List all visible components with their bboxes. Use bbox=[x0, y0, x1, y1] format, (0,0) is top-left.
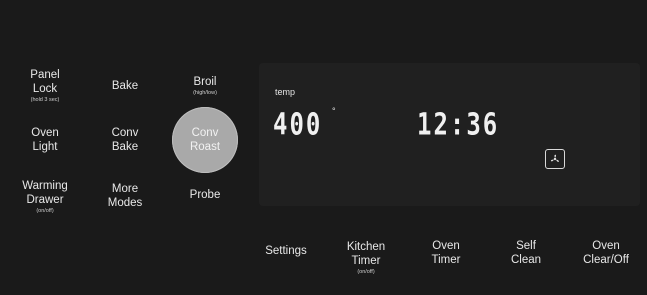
self-clean-label: Self bbox=[516, 240, 536, 252]
warming-drawer-label-2: Drawer bbox=[26, 194, 64, 206]
warming-drawer-sub: (on/off) bbox=[36, 208, 54, 214]
conv-bake-button[interactable]: Conv Bake bbox=[100, 124, 150, 156]
oven-timer-label-2: Timer bbox=[431, 254, 461, 266]
clock-readout: 12:36 bbox=[417, 107, 500, 142]
more-modes-label-2: Modes bbox=[107, 197, 143, 209]
conv-bake-label-2: Bake bbox=[111, 141, 139, 153]
oven-light-label-2: Light bbox=[32, 141, 58, 153]
degree-symbol: ° bbox=[332, 106, 336, 116]
more-modes-button[interactable]: More Modes bbox=[100, 180, 150, 212]
warming-drawer-button[interactable]: Warming Drawer (on/off) bbox=[14, 176, 76, 218]
warming-drawer-label: Warming bbox=[22, 180, 68, 192]
kitchen-timer-label: Kitchen bbox=[346, 241, 386, 253]
oven-light-button[interactable]: Oven Light bbox=[20, 124, 70, 156]
oven-clear-off-label: Oven bbox=[592, 240, 620, 252]
more-modes-label: More bbox=[111, 183, 139, 195]
panel-lock-label-2: Lock bbox=[32, 83, 58, 95]
panel-lock-sub: (hold 3 sec) bbox=[30, 97, 60, 103]
bake-label: Bake bbox=[111, 80, 139, 92]
oven-display: temp 400 ° 12:36 bbox=[259, 63, 640, 206]
self-clean-label-2: Clean bbox=[510, 254, 542, 266]
oven-timer-label: Oven bbox=[432, 240, 460, 252]
broil-label: Broil bbox=[193, 76, 217, 88]
panel-lock-button[interactable]: Panel Lock (hold 3 sec) bbox=[20, 66, 70, 106]
temp-label: temp bbox=[275, 87, 296, 97]
conv-roast-button[interactable]: Conv Roast bbox=[172, 107, 238, 173]
conv-roast-label: Conv bbox=[191, 127, 219, 139]
temperature-readout: 400 bbox=[273, 107, 323, 142]
convection-fan-icon bbox=[545, 149, 565, 169]
self-clean-button[interactable]: Self Clean bbox=[498, 237, 554, 269]
kitchen-timer-label-2: Timer bbox=[351, 255, 381, 267]
probe-button[interactable]: Probe bbox=[178, 185, 232, 205]
broil-sub: (high/low) bbox=[193, 90, 217, 96]
kitchen-timer-button[interactable]: Kitchen Timer (on/off) bbox=[336, 237, 396, 279]
oven-light-label: Oven bbox=[31, 127, 59, 139]
panel-lock-label: Panel bbox=[30, 69, 60, 81]
oven-timer-button[interactable]: Oven Timer bbox=[418, 237, 474, 269]
broil-button[interactable]: Broil (high/low) bbox=[178, 71, 232, 101]
probe-label: Probe bbox=[189, 189, 221, 201]
conv-bake-label: Conv bbox=[111, 127, 139, 139]
oven-control-panel: { "left_panel": { "panel_lock": {"line1"… bbox=[0, 0, 647, 295]
bake-button[interactable]: Bake bbox=[100, 76, 150, 96]
oven-clear-off-label-2: Clear/Off bbox=[583, 254, 629, 266]
settings-button[interactable]: Settings bbox=[258, 240, 314, 262]
kitchen-timer-sub: (on/off) bbox=[357, 269, 375, 275]
settings-label: Settings bbox=[265, 245, 307, 257]
oven-clear-off-button[interactable]: Oven Clear/Off bbox=[574, 237, 638, 269]
conv-roast-label-2: Roast bbox=[189, 141, 221, 153]
